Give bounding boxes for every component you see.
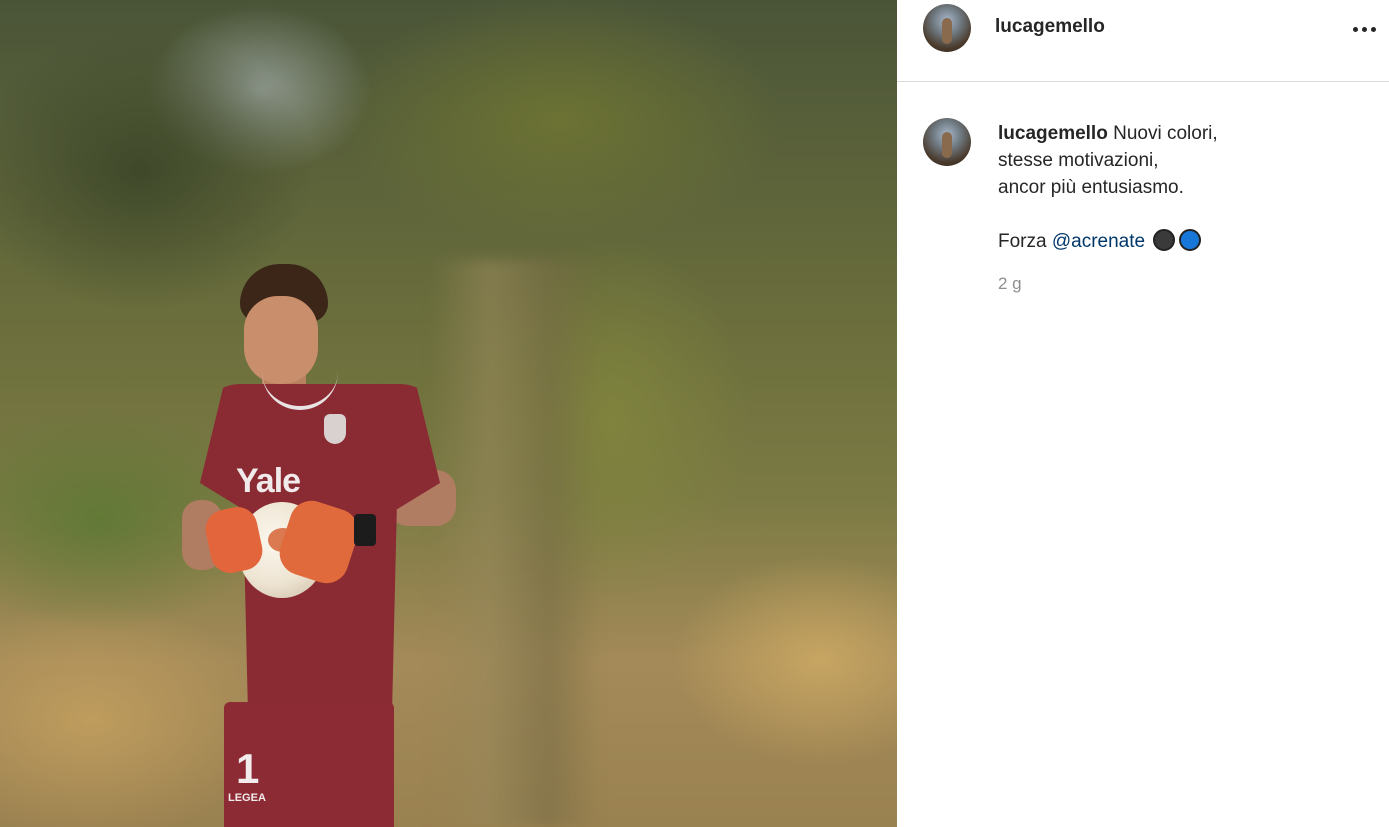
goalkeeper-figure: Yale 1 LEGEA <box>0 0 897 827</box>
caption-first-line: lucagemello Nuovi colori, <box>998 120 1368 147</box>
caption-mention[interactable]: @acrenate <box>1052 231 1145 252</box>
wristband <box>354 514 376 546</box>
dot-icon <box>1362 27 1367 32</box>
caption-text-3: ancor più entusiasmo. <box>998 177 1184 198</box>
caption-forza-line: Forza @acrenate <box>998 228 1368 255</box>
black-heart-icon <box>1153 229 1176 251</box>
post-header: lucagemello <box>897 0 1389 82</box>
blue-heart-icon <box>1179 229 1202 251</box>
post-timestamp[interactable]: 2 g <box>998 274 1022 294</box>
caption-avatar[interactable] <box>923 118 971 166</box>
dot-icon <box>1353 27 1358 32</box>
player-head <box>244 296 318 384</box>
shorts-number: 1 <box>236 745 260 792</box>
post-sidebar: lucagemello lucagemello Nuovi colori, st… <box>897 0 1389 827</box>
caption-text-2: stesse motivazioni, <box>998 150 1159 171</box>
jersey-sponsor: Yale <box>236 462 301 500</box>
post-photo[interactable]: Yale 1 LEGEA <box>0 0 897 827</box>
header-username[interactable]: lucagemello <box>995 16 1105 38</box>
jersey-crest <box>324 414 346 444</box>
dot-icon <box>1371 27 1376 32</box>
more-options-icon[interactable] <box>1351 18 1379 38</box>
caption-text-1: Nuovi colori, <box>1113 123 1218 144</box>
caption-username[interactable]: lucagemello <box>998 123 1108 144</box>
post-caption: lucagemello Nuovi colori, stesse motivaz… <box>998 120 1368 255</box>
shorts-brand: LEGEA <box>228 792 266 804</box>
avatar[interactable] <box>923 4 971 52</box>
caption-forza: Forza <box>998 231 1047 252</box>
